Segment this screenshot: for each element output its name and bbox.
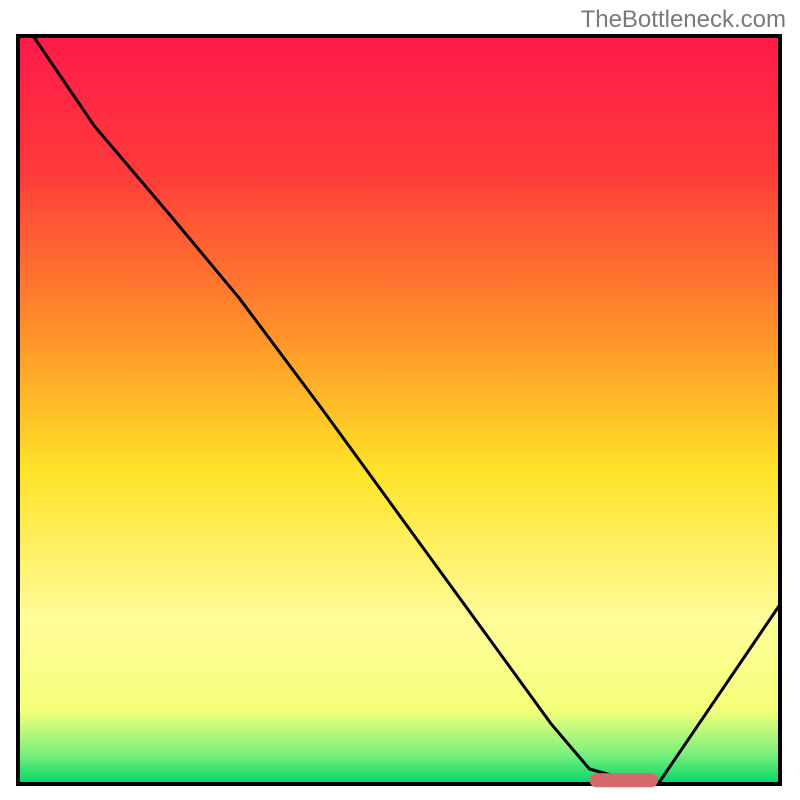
gradient-background <box>18 36 780 784</box>
chart-svg <box>0 0 800 800</box>
bottleneck-chart: TheBottleneck.com <box>0 0 800 800</box>
watermark-text: TheBottleneck.com <box>581 6 786 34</box>
optimal-range-marker <box>590 773 659 787</box>
